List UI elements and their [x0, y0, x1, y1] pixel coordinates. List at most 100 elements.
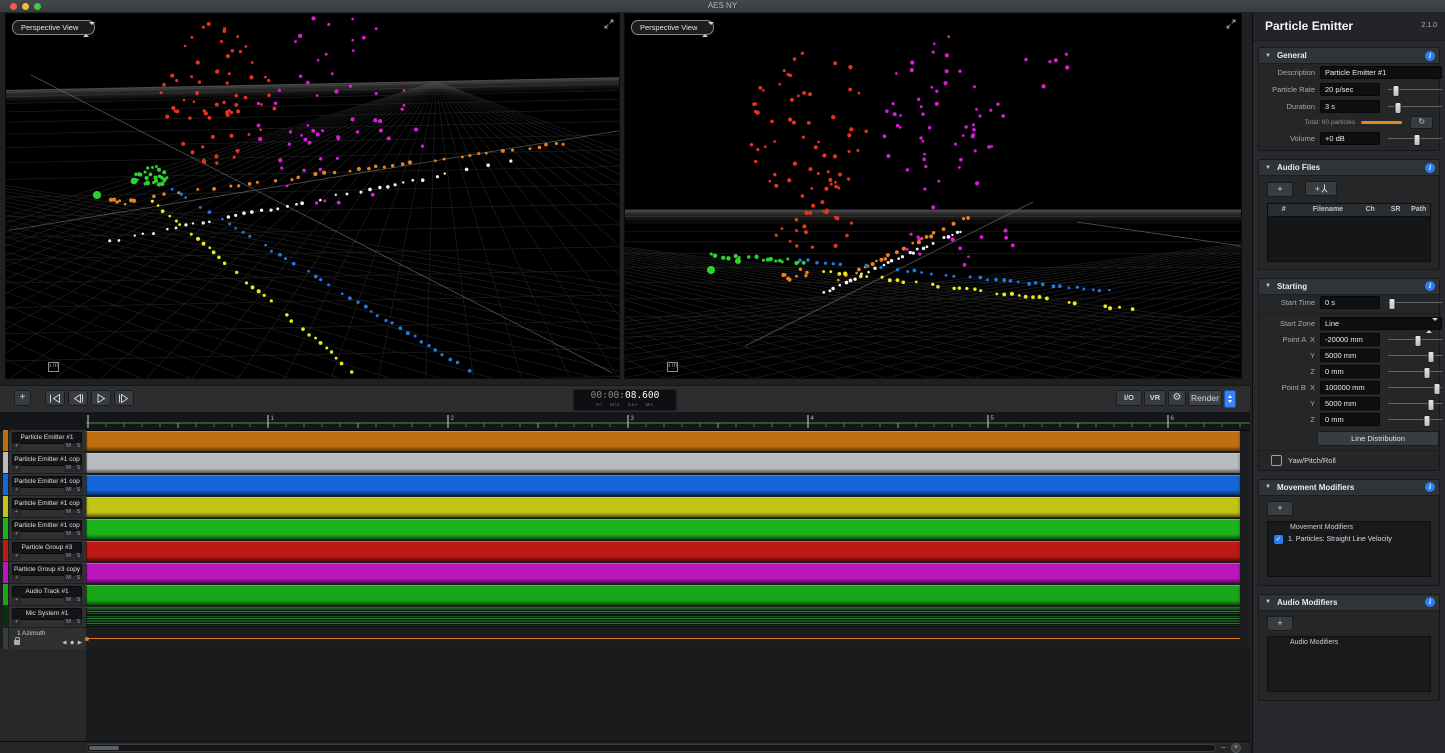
section-audio-modifiers-header[interactable]: ▼ Audio Modifiers i	[1259, 595, 1439, 611]
particle-rate-input[interactable]: 20 p/sec	[1320, 83, 1380, 96]
starting-row-input[interactable]: 0 mm	[1320, 413, 1380, 426]
play-button[interactable]	[91, 390, 111, 406]
slider-thumb[interactable]	[1389, 298, 1396, 310]
track-mute-button[interactable]: M	[64, 443, 73, 450]
vr-button[interactable]: VR	[1144, 390, 1166, 406]
disclosure-triangle-icon[interactable]: ▼	[1265, 283, 1271, 289]
slider-thumb[interactable]	[1393, 85, 1400, 97]
track-add-button[interactable]: +	[12, 531, 21, 538]
track-name[interactable]: Audio Track #1	[12, 586, 82, 598]
info-icon[interactable]: i	[1425, 163, 1435, 173]
starting-row-input[interactable]: 0 mm	[1320, 365, 1380, 378]
info-icon[interactable]: i	[1425, 281, 1435, 291]
disclosure-triangle-icon[interactable]: ▼	[1265, 165, 1271, 171]
track-mute-button[interactable]: M	[64, 465, 73, 472]
zoom-in-button[interactable]: +	[1231, 743, 1241, 753]
track-header[interactable]: Audio Track #1+MS	[9, 584, 86, 605]
movement-modifiers-list[interactable]: Movement Modifiers ✓1. Particles: Straig…	[1267, 521, 1431, 577]
add-audio-modifier-button[interactable]: +	[1267, 616, 1293, 631]
slider-thumb[interactable]	[1394, 102, 1401, 114]
track-header[interactable]: Particle Emitter #1 cop+MS	[9, 452, 86, 473]
track-solo-button[interactable]: S	[74, 487, 83, 494]
track-header[interactable]: Particle Emitter #1 cop+MS	[9, 496, 86, 517]
starting-row-input[interactable]: 5000 mm	[1320, 349, 1380, 362]
track-row[interactable]: Particle Emitter #1 cop+MS	[0, 496, 1250, 517]
particle-rate-slider[interactable]	[1388, 84, 1442, 95]
track-row[interactable]: Particle Emitter #1 cop+MS	[0, 452, 1250, 473]
expand-viewport-icon[interactable]	[1226, 19, 1236, 29]
add-audio-file-button[interactable]: +	[1267, 182, 1293, 197]
track-solo-button[interactable]: S	[74, 553, 83, 560]
slider-thumb[interactable]	[1428, 399, 1435, 411]
track-add-button[interactable]: +	[12, 597, 21, 604]
slider-thumb[interactable]	[1428, 351, 1435, 363]
slider-thumb[interactable]	[1433, 383, 1440, 395]
section-audio-files-header[interactable]: ▼ Audio Files i	[1259, 160, 1439, 176]
viewport-left[interactable]: Perspective View 5 m	[6, 14, 619, 378]
automation-lane-header[interactable]: 1 Azimuth ◀ ◆ ▶	[9, 628, 86, 649]
io-button[interactable]: I/O	[1116, 390, 1142, 406]
track-row[interactable]: Particle Group #3 copy+MS	[0, 562, 1250, 583]
track-clip-bar[interactable]	[86, 431, 1240, 451]
track-mute-button[interactable]: M	[64, 509, 73, 516]
track-mute-button[interactable]: M	[64, 487, 73, 494]
render-mode-stepper[interactable]	[1224, 390, 1236, 408]
line-distribution-button[interactable]: Line Distribution	[1317, 431, 1439, 446]
track-header[interactable]: Particle Emitter #1 cop+ MS	[9, 518, 86, 539]
timeline-ruler[interactable]: 123456	[0, 412, 1250, 431]
track-name[interactable]: Particle Emitter #1	[12, 432, 82, 444]
view-selector-right[interactable]: Perspective View	[631, 20, 714, 35]
duration-slider[interactable]	[1388, 101, 1442, 112]
track-name[interactable]: Mic System #1	[12, 608, 82, 620]
track-add-button[interactable]: +	[12, 575, 21, 582]
track-clip-bar[interactable]	[86, 541, 1240, 561]
starting-row-input[interactable]: -20000 mm	[1320, 333, 1380, 346]
track-name[interactable]: Particle Emitter #1 cop	[12, 520, 82, 532]
refresh-button[interactable]: ↻	[1410, 116, 1433, 129]
keyframe-nav-buttons[interactable]: ◀ ◆ ▶	[62, 640, 83, 646]
zoom-out-button[interactable]: −	[1221, 742, 1226, 753]
track-name[interactable]: Particle Emitter #1 cop	[12, 498, 82, 510]
volume-input[interactable]: +0 dB	[1320, 132, 1380, 145]
automation-curve[interactable]	[86, 638, 1240, 639]
track-mute-button[interactable]: M	[64, 575, 73, 582]
track-solo-button[interactable]: S	[74, 531, 83, 538]
track-solo-button[interactable]: S	[74, 509, 83, 516]
render-button[interactable]: Render	[1188, 390, 1222, 406]
disclosure-triangle-icon[interactable]: ▼	[1265, 53, 1271, 59]
track-solo-button[interactable]: S	[74, 465, 83, 472]
disclosure-triangle-icon[interactable]: ▼	[1265, 599, 1271, 605]
disclosure-triangle-icon[interactable]: ▼	[1265, 484, 1271, 490]
description-input[interactable]: Particle Emitter #1	[1320, 66, 1442, 79]
track-add-button[interactable]: +	[12, 619, 21, 626]
volume-slider[interactable]	[1388, 133, 1442, 144]
timecode-display[interactable]: 00:00:08.600 Hr Min Sec Ms	[573, 389, 677, 411]
slider-thumb[interactable]	[1414, 335, 1421, 347]
track-solo-button[interactable]: S	[74, 443, 83, 450]
track-clip-bar[interactable]	[86, 453, 1240, 473]
section-starting-header[interactable]: ▼ Starting i	[1259, 279, 1439, 295]
audio-files-table-body[interactable]	[1268, 217, 1430, 261]
add-movement-modifier-button[interactable]: +	[1267, 501, 1293, 516]
track-clip-bar[interactable]	[86, 585, 1240, 605]
track-mute-button[interactable]: M	[64, 531, 73, 538]
track-add-button[interactable]: +	[12, 487, 21, 494]
expand-viewport-icon[interactable]	[604, 19, 614, 29]
lock-icon[interactable]	[14, 640, 20, 645]
track-row[interactable]: Mic System #1+MS	[0, 606, 1250, 627]
starting-row-slider[interactable]	[1388, 297, 1442, 308]
track-row[interactable]: Particle Group #3+MS	[0, 540, 1250, 561]
track-name[interactable]: Particle Group #3 copy	[12, 564, 82, 576]
track-solo-button[interactable]: S	[74, 597, 83, 604]
track-header[interactable]: Particle Emitter #1 cop+MS	[9, 474, 86, 495]
track-add-button[interactable]: +	[12, 443, 21, 450]
track-clip-bar[interactable]	[86, 519, 1240, 539]
track-header[interactable]: Mic System #1+MS	[9, 606, 86, 627]
track-row[interactable]: Particle Emitter #1+ MS	[0, 430, 1250, 451]
info-icon[interactable]: i	[1425, 597, 1435, 607]
modifier-list-item[interactable]: ✓1. Particles: Straight Line Velocity	[1268, 534, 1430, 546]
track-name[interactable]: Particle Group #3	[12, 542, 82, 554]
starting-row-input[interactable]: 0 s	[1320, 296, 1380, 309]
track-add-button[interactable]: +	[12, 465, 21, 472]
starting-row-input[interactable]: 5000 mm	[1320, 397, 1380, 410]
